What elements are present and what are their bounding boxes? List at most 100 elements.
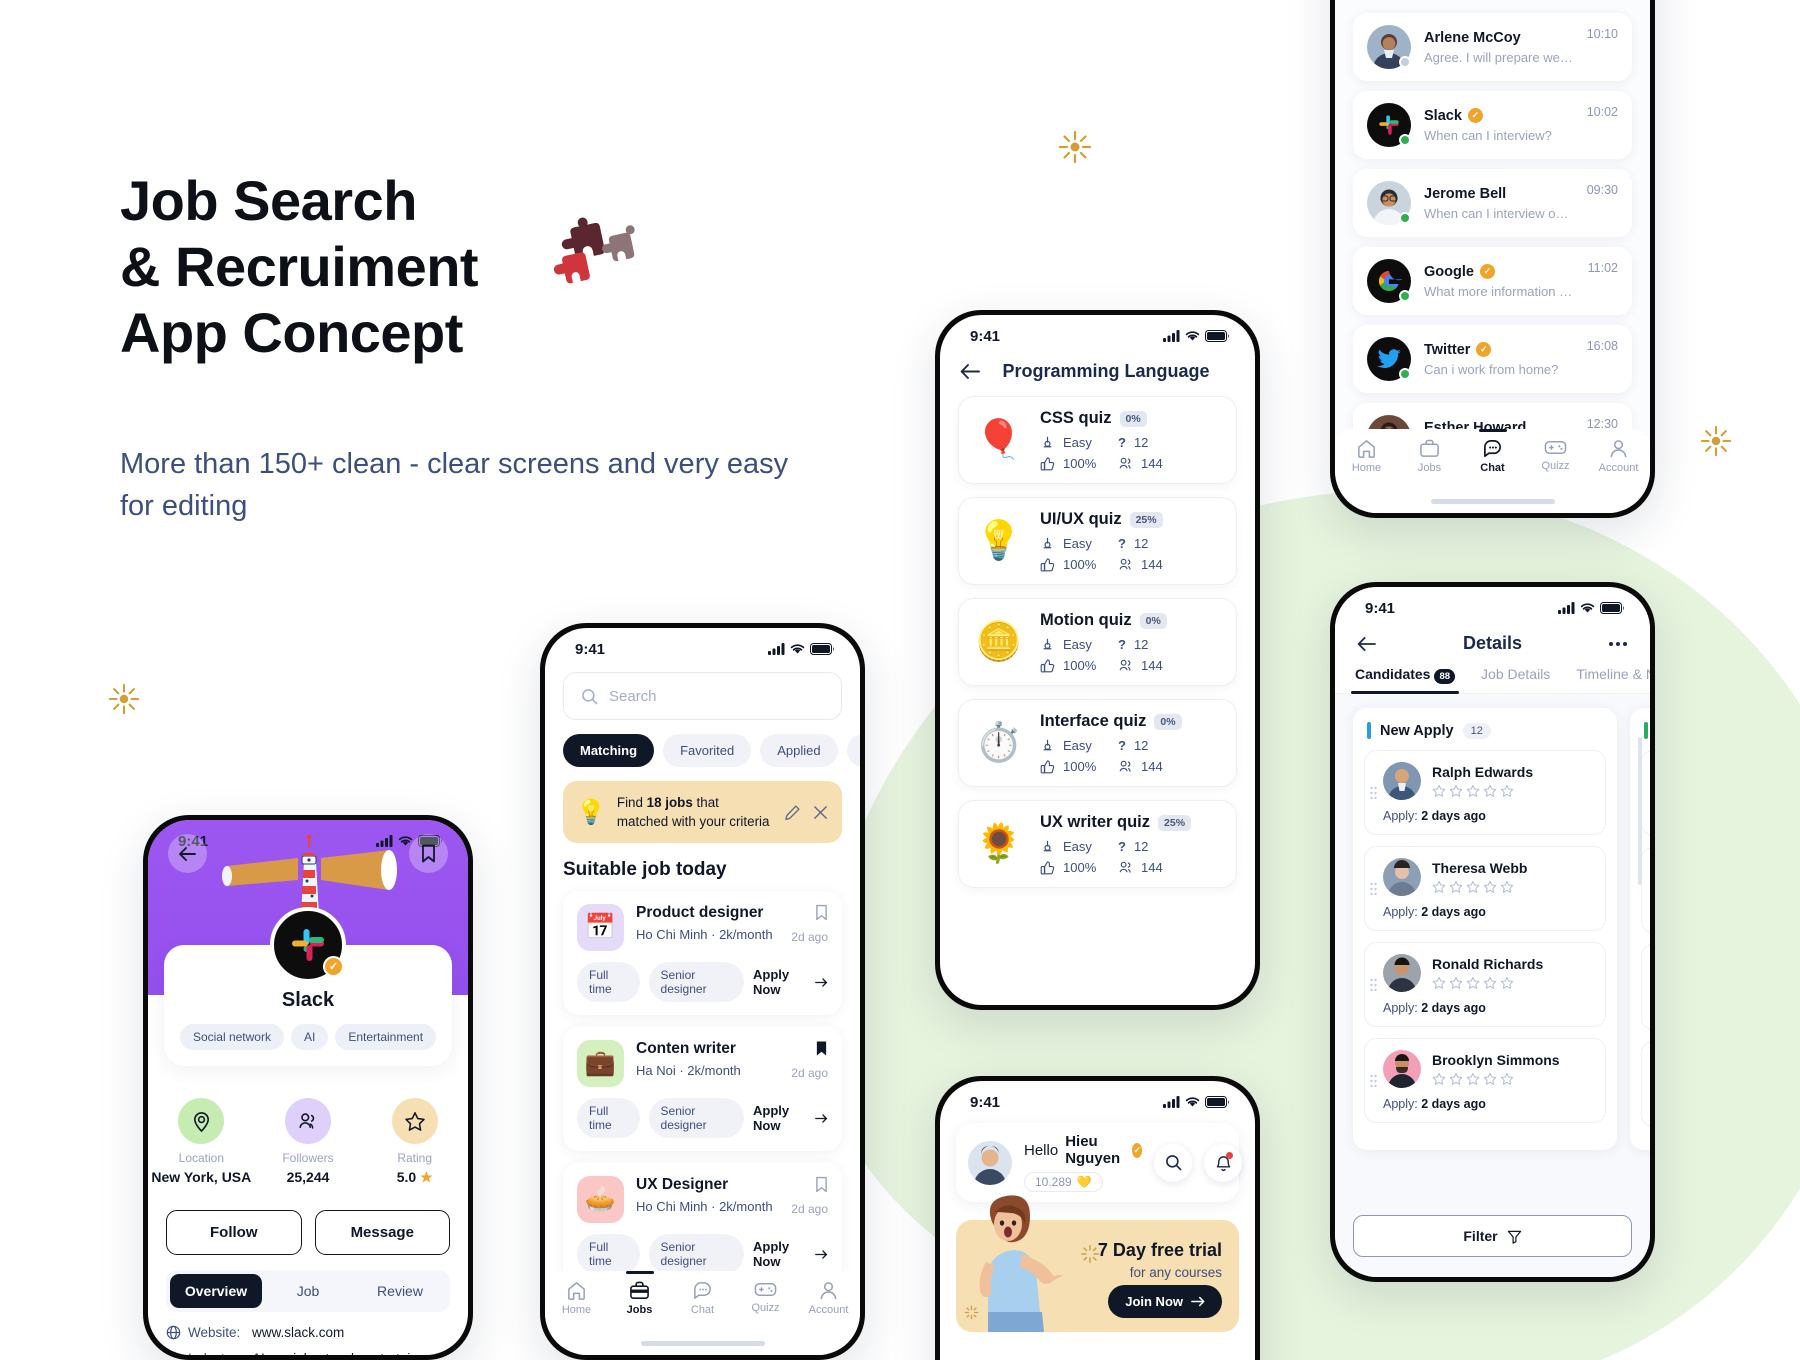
candidate-card[interactable]: Theresa Webb Apply: 2 days ago: [1364, 846, 1606, 931]
tab-account[interactable]: Account: [797, 1280, 860, 1316]
tab-timeline-note[interactable]: Timeline & Note: [1576, 666, 1650, 693]
chip-applied[interactable]: Applied: [760, 734, 838, 767]
job-card[interactable]: 📅 Product designer Ho Chi Minh · 2k/mont…: [563, 891, 842, 1016]
tab-home[interactable]: Home: [545, 1280, 608, 1316]
message-button[interactable]: Message: [314, 1210, 450, 1255]
chip-rejected[interactable]: Rejected: [846, 734, 860, 767]
quiz-card[interactable]: 🌻 UX writer quiz 25% Easy ? 12 100% 144: [958, 800, 1237, 888]
tab-jobs[interactable]: Jobs: [608, 1271, 671, 1316]
quiz-icon: 💡: [975, 520, 1023, 562]
quiz-difficulty: Easy: [1040, 738, 1118, 753]
close-icon[interactable]: [812, 804, 829, 821]
job-card[interactable]: 💼 Conten writer Ha Noi · 2k/month 2d ago…: [563, 1027, 842, 1152]
tab-chat[interactable]: Chat: [1461, 429, 1524, 474]
battery-icon: [810, 643, 834, 655]
quiz-stats: Easy ? 12 100% 144: [1040, 536, 1222, 572]
segment-job[interactable]: Job: [262, 1274, 354, 1308]
apply-now-button[interactable]: Apply Now: [753, 967, 828, 997]
quiz-name: UX writer quiz: [1040, 813, 1151, 831]
tab-chat[interactable]: Chat: [671, 1280, 734, 1316]
quiz-card[interactable]: 🪙 Motion quiz 0% Easy ? 12 100% 144: [958, 598, 1237, 686]
chat-preview: Can i work from home?: [1424, 361, 1559, 377]
chip-favorited[interactable]: Favorited: [663, 734, 752, 767]
promo-banner[interactable]: 7 Day free trial for any courses Join No…: [956, 1195, 1239, 1332]
bookmark-filled-icon[interactable]: [815, 1040, 828, 1057]
chat-preview: What more information would …: [1424, 283, 1575, 299]
chat-list-item[interactable]: Google✓ What more information would … 11…: [1353, 247, 1632, 315]
candidate-card[interactable]: [1641, 847, 1650, 933]
join-now-button[interactable]: Join Now: [1108, 1285, 1222, 1318]
pencil-icon[interactable]: [784, 804, 801, 821]
verified-badge: ✓: [1476, 342, 1492, 357]
search-input[interactable]: Search: [563, 672, 842, 720]
drag-handle-icon[interactable]: [1370, 882, 1377, 895]
chat-list-item[interactable]: Twitter ✓ Can i work from home? 16:08: [1353, 325, 1632, 393]
tab-account[interactable]: Account: [1587, 438, 1650, 474]
avatar[interactable]: [968, 1140, 1012, 1185]
notifications-button[interactable]: [1204, 1143, 1243, 1182]
stat-followers: Followers 25,244: [255, 1098, 362, 1186]
search-button[interactable]: [1154, 1143, 1193, 1182]
avatar: [1367, 181, 1411, 225]
candidate-card[interactable]: Ralph Edwards Apply: 2 days ago: [1364, 750, 1606, 835]
tab-quizz[interactable]: Quizz: [734, 1280, 797, 1314]
arrow-left-icon[interactable]: [1357, 636, 1377, 652]
candidate-apply: Apply: 2 days ago: [1383, 905, 1486, 919]
bookmark-button[interactable]: [409, 834, 448, 873]
arrow-right-icon: [1191, 1296, 1205, 1307]
quiz-card[interactable]: ⏱️ Interface quiz 0% Easy ? 12 100% 144: [958, 699, 1237, 787]
chat-list-item[interactable]: Jerome Bell When can I interview online?…: [1353, 169, 1632, 237]
segment-review[interactable]: Review: [354, 1274, 446, 1308]
job-meta: Ho Chi Minh · 2k/month: [636, 927, 773, 943]
candidate-apply: Apply: 2 days ago: [1383, 1001, 1486, 1015]
drag-handle-icon[interactable]: [1370, 786, 1377, 799]
bookmark-icon[interactable]: [815, 904, 828, 921]
back-button[interactable]: [168, 834, 207, 873]
quiz-difficulty: Easy: [1040, 536, 1118, 551]
rating-stars[interactable]: [1432, 880, 1527, 894]
chat-list-item[interactable]: Arlene McCoy Agree. I will prepare well …: [1353, 13, 1632, 81]
quiz-card[interactable]: 💡 UI/UX quiz 25% Easy ? 12 100% 144: [958, 497, 1237, 585]
apply-now-button[interactable]: Apply Now: [753, 1239, 828, 1269]
filter-button[interactable]: Filter: [1353, 1215, 1632, 1257]
star-icon: [1466, 880, 1480, 893]
candidate-card[interactable]: Brooklyn Simmons Apply: 2 days ago: [1364, 1038, 1606, 1123]
job-card[interactable]: 🥧 UX Designer Ho Chi Minh · 2k/month 2d …: [563, 1163, 842, 1288]
quiz-card[interactable]: 🎈 CSS quiz 0% Easy ? 12 100% 144: [958, 396, 1237, 484]
quiz-rating: 100%: [1040, 557, 1118, 572]
rating-stars[interactable]: [1432, 784, 1533, 798]
quiz-rating: 100%: [1040, 456, 1118, 471]
phone-chat-list: Arlene McCoy Agree. I will prepare well …: [1330, 0, 1655, 518]
quiz-difficulty: Easy: [1040, 435, 1118, 450]
chip-matching[interactable]: Matching: [563, 734, 655, 767]
tab-home[interactable]: Home: [1335, 438, 1398, 474]
stat-rating: Rating 5.0 ★: [361, 1098, 468, 1186]
follow-button[interactable]: Follow: [166, 1210, 302, 1255]
rating-stars[interactable]: [1432, 976, 1543, 990]
vertical-scrollbar[interactable]: [1638, 737, 1642, 885]
tab-jobs[interactable]: Jobs: [1398, 438, 1461, 474]
candidate-card[interactable]: Ronald Richards Apply: 2 days ago: [1364, 942, 1606, 1027]
star-icon: [1449, 784, 1463, 797]
candidate-card[interactable]: [1641, 944, 1650, 1030]
candidate-card[interactable]: [1641, 1041, 1650, 1127]
drag-handle-icon[interactable]: [1370, 978, 1377, 991]
tab-quizz[interactable]: Quizz: [1524, 438, 1587, 472]
segment-overview[interactable]: Overview: [170, 1274, 262, 1308]
star-icon: [1500, 1072, 1514, 1085]
candidate-card[interactable]: [1641, 750, 1650, 836]
tab-job-details[interactable]: Job Details: [1481, 666, 1550, 693]
difficulty-icon: [1043, 436, 1052, 448]
bookmark-icon[interactable]: [815, 1176, 828, 1193]
drag-handle-icon[interactable]: [1370, 1074, 1377, 1087]
chat-list-item[interactable]: Slack ✓ When can I interview? 10:02: [1353, 91, 1632, 159]
arrow-left-icon[interactable]: [960, 363, 981, 380]
rating-stars[interactable]: [1432, 1072, 1560, 1086]
apply-now-button[interactable]: Apply Now: [753, 1103, 828, 1133]
job-posted-ago: 2d ago: [791, 1202, 828, 1217]
tab-candidates[interactable]: Candidates 88: [1350, 666, 1460, 695]
battery-icon: [1205, 330, 1229, 342]
more-horizontal-icon[interactable]: [1608, 641, 1628, 647]
column-new-apply: New Apply 12 Ralph Edwards Apply: 2 days…: [1353, 708, 1617, 1150]
status-bar: 9:41: [940, 1081, 1255, 1119]
